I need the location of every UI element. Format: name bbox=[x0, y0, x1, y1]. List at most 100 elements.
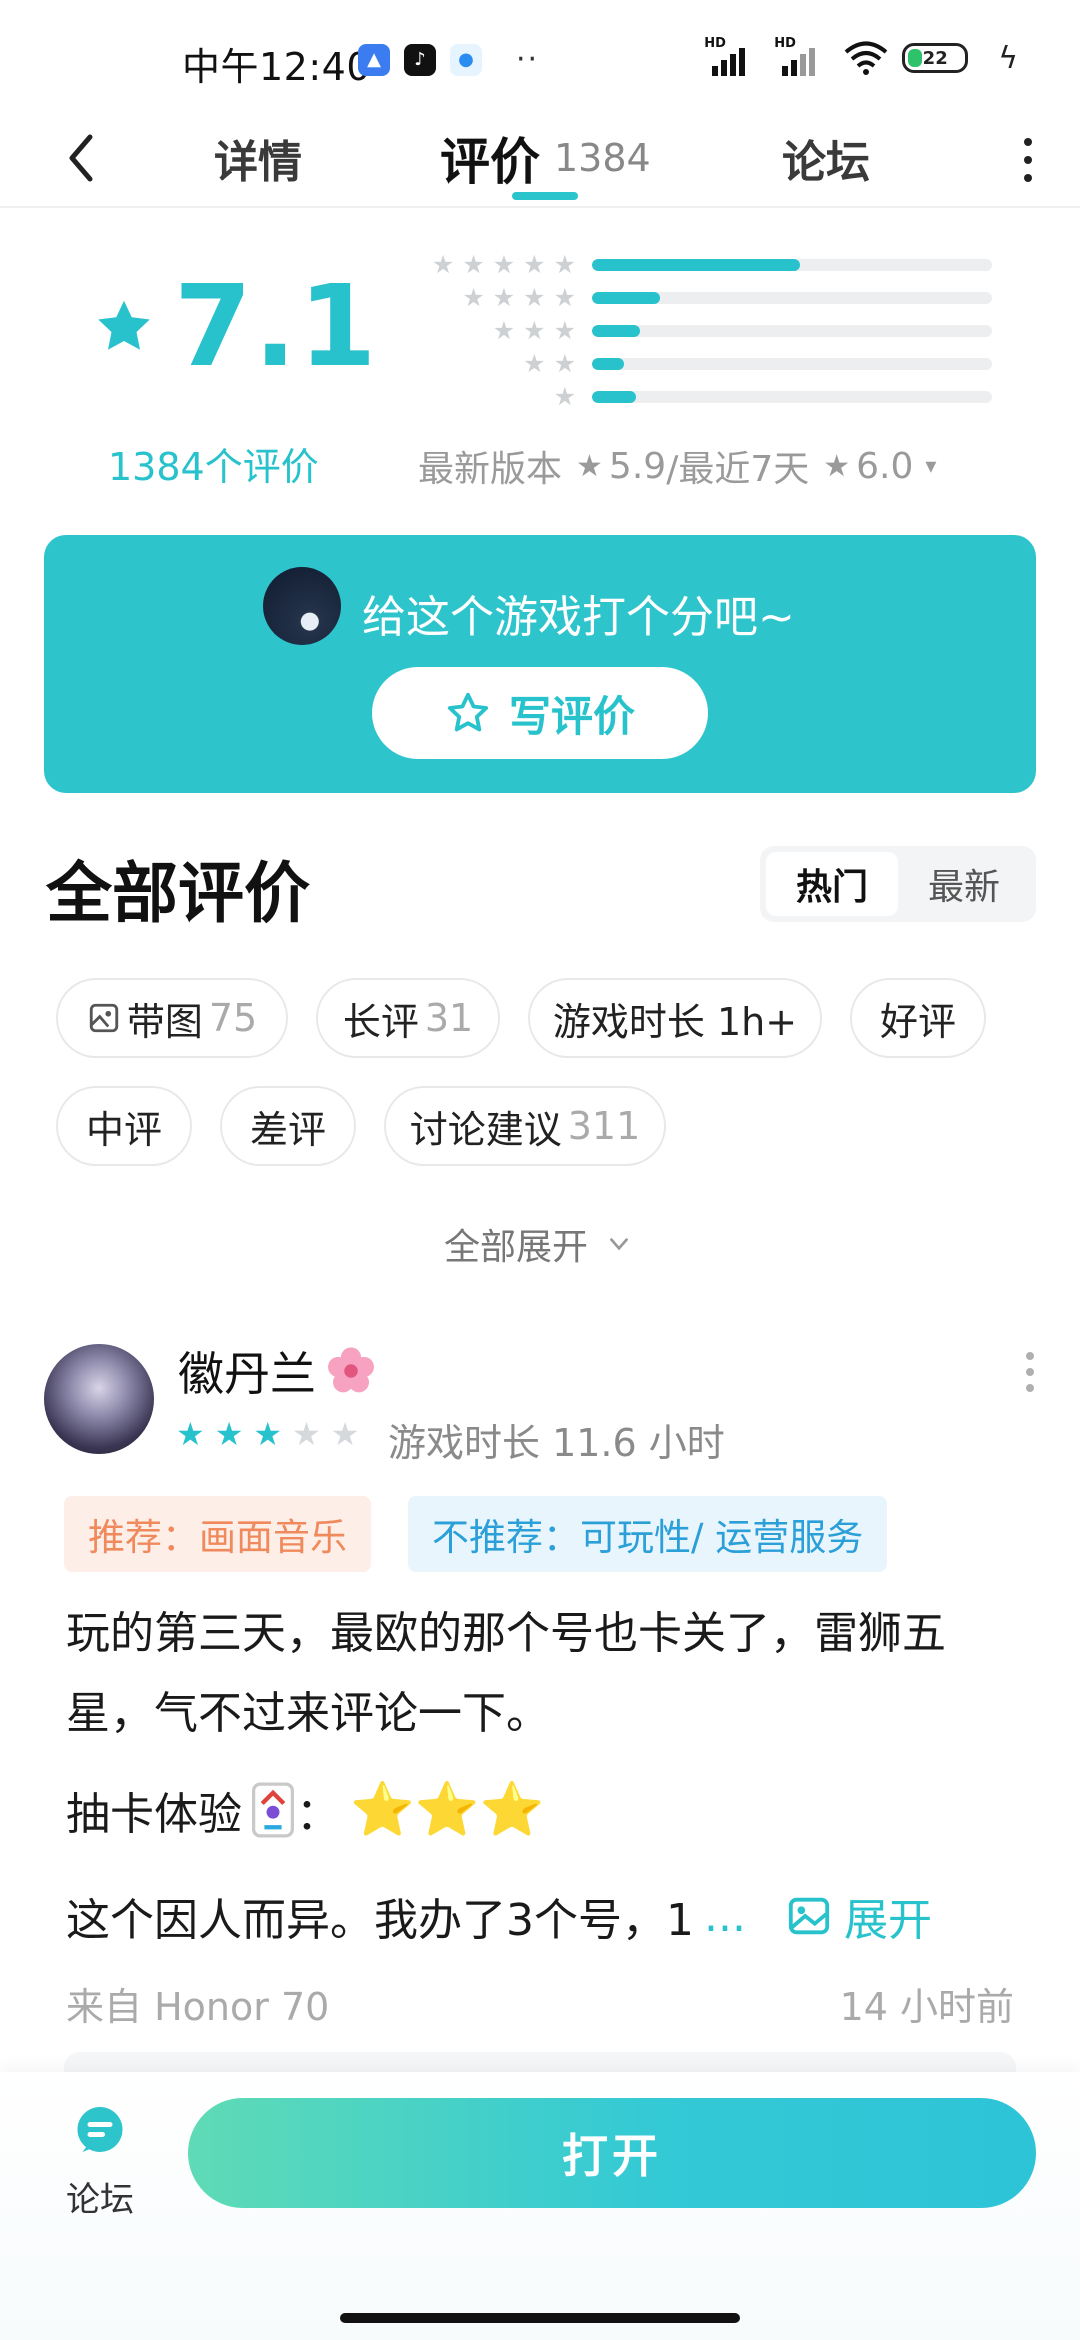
rate-game-banner: 给这个游戏打个分吧~ 写评价 bbox=[44, 535, 1036, 793]
flower-icon bbox=[328, 1347, 374, 1393]
sort-switch: 热门 最新 bbox=[760, 846, 1036, 922]
tab-forum[interactable]: 论坛 bbox=[782, 110, 870, 206]
distribution-bar-fill bbox=[592, 324, 640, 337]
star-icon: ★ bbox=[576, 448, 603, 484]
distribution-bar bbox=[592, 357, 992, 370]
user-avatar bbox=[263, 567, 341, 645]
star-icon: ★ bbox=[462, 283, 485, 312]
distribution-bar-fill bbox=[592, 390, 636, 403]
review-playtime: 游戏时长 11.6 小时 bbox=[388, 1421, 725, 1465]
latest-version-label: 最新版本 bbox=[418, 449, 563, 490]
status-indicators: HD HD 22 ϟ bbox=[704, 36, 1018, 76]
review-time: 14 小时前 bbox=[839, 1985, 1014, 2029]
image-icon bbox=[89, 1003, 118, 1033]
star-icon: ★ bbox=[553, 316, 576, 345]
gacha-rating-line: 抽卡体验 ： ⭐⭐⭐ bbox=[66, 1780, 545, 1840]
tab-detail[interactable]: 详情 bbox=[214, 110, 302, 206]
filter-playtime[interactable]: 游戏时长 1h+ bbox=[528, 978, 822, 1058]
star-icon: ★ bbox=[553, 349, 576, 378]
star-icon: ★ bbox=[462, 250, 485, 279]
distribution-row-2: ★ ★ bbox=[396, 347, 992, 380]
more-menu-button[interactable] bbox=[1016, 132, 1040, 188]
recent-score: 6.0 bbox=[856, 445, 914, 487]
all-reviews-title: 全部评价 bbox=[46, 855, 310, 932]
home-indicator[interactable] bbox=[340, 2313, 740, 2323]
distribution-row-4: ★ ★ ★ ★ bbox=[396, 281, 992, 314]
filter-positive[interactable]: 好评 bbox=[850, 978, 986, 1058]
review-more-button[interactable] bbox=[1020, 1352, 1040, 1392]
distribution-bar-fill bbox=[592, 258, 800, 271]
charging-icon: ϟ bbox=[998, 40, 1018, 76]
distribution-stars: ★ bbox=[396, 384, 576, 409]
sort-hot[interactable]: 热门 bbox=[766, 852, 898, 916]
status-app-icons: ▲ ♪ ● ·· bbox=[358, 42, 539, 77]
dropdown-caret-icon: ▾ bbox=[925, 453, 937, 479]
star-icon bbox=[98, 300, 150, 350]
star-icon: ★ bbox=[523, 349, 546, 378]
star-icon: ★ bbox=[553, 283, 576, 312]
star-outline-icon bbox=[447, 692, 489, 732]
star-icon: ★ bbox=[253, 1415, 283, 1453]
gold-stars: ⭐⭐⭐ bbox=[350, 1780, 545, 1840]
expand-all-filters[interactable]: 全部展开 bbox=[444, 1218, 632, 1270]
star-icon: ★ bbox=[492, 283, 516, 312]
star-icon: ★ bbox=[492, 316, 516, 345]
recent-label: /最近7天 bbox=[666, 449, 810, 490]
star-icon: ★ bbox=[523, 250, 546, 279]
filter-neutral[interactable]: 中评 bbox=[56, 1086, 192, 1166]
expand-review-button[interactable]: 展开 bbox=[844, 1884, 932, 1948]
star-icon: ★ bbox=[523, 283, 546, 312]
star-icon: ★ bbox=[176, 1415, 205, 1453]
rate-prompt: 给这个游戏打个分吧~ bbox=[362, 592, 795, 643]
distribution-bar bbox=[592, 324, 992, 337]
rating-distribution: ★ ★ ★ ★ ★ ★ ★ ★ ★ ★ ★ ★ ★ ★ ★ bbox=[396, 248, 992, 413]
recommend-tag: 推荐：画面音乐 bbox=[64, 1496, 371, 1572]
back-button[interactable] bbox=[56, 128, 106, 188]
cloud-app-icon: ● bbox=[450, 43, 482, 76]
star-icon: ★ bbox=[431, 250, 455, 279]
distribution-stars: ★ ★ ★ ★ ★ bbox=[396, 252, 576, 277]
star-icon: ★ bbox=[330, 1415, 360, 1453]
distribution-stars: ★ ★ bbox=[396, 351, 576, 376]
distribution-bar bbox=[592, 258, 992, 271]
app-notification-icon: ▲ bbox=[358, 43, 390, 76]
filter-with-image[interactable]: 带图 75 bbox=[56, 978, 288, 1058]
more-notifications-icon: ·· bbox=[516, 42, 540, 77]
status-time: 中午12:40 bbox=[182, 45, 372, 89]
signal-icon: HD bbox=[704, 36, 760, 76]
star-icon: ★ bbox=[214, 1415, 244, 1453]
review-truncated-text: 这个因人而异。我办了3个号，1 ... 展开 bbox=[66, 1884, 932, 1948]
sort-new[interactable]: 最新 bbox=[898, 852, 1030, 916]
overall-score: 7.1 bbox=[94, 262, 378, 392]
review-body[interactable]: 玩的第三天，最欧的那个号也卡关了，雷狮五星，气不过来评论一下。 bbox=[66, 1594, 1006, 1754]
battery-icon: 22 bbox=[902, 43, 969, 73]
version-ratings[interactable]: 最新版本 ★ 5.9 /最近7天 ★ 6.0 ▾ bbox=[418, 440, 936, 492]
write-review-button[interactable]: 写评价 bbox=[372, 667, 708, 759]
star-icon: ★ bbox=[553, 382, 576, 411]
tiktok-icon: ♪ bbox=[404, 43, 436, 76]
signal-icon-2: HD bbox=[774, 36, 830, 76]
distribution-bar-fill bbox=[592, 291, 660, 304]
reviewer-name[interactable]: 徽丹兰 bbox=[178, 1338, 378, 1404]
filter-negative[interactable]: 差评 bbox=[220, 1086, 356, 1166]
forum-shortcut[interactable]: 论坛 bbox=[62, 2102, 138, 2221]
star-icon: ★ bbox=[553, 250, 576, 279]
distribution-bar bbox=[592, 390, 992, 403]
distribution-row-1: ★ bbox=[396, 380, 992, 413]
filter-long[interactable]: 长评 31 bbox=[316, 978, 500, 1058]
tab-review-label: 评价 bbox=[440, 133, 540, 191]
joker-card-icon bbox=[252, 1782, 294, 1838]
tab-review-count: 1384 bbox=[554, 136, 651, 180]
reviewer-avatar[interactable] bbox=[44, 1344, 154, 1454]
status-bar: 中午12:40 ▲ ♪ ● ·· HD HD 22 ϟ bbox=[0, 0, 1080, 110]
image-icon bbox=[788, 1897, 830, 1935]
filter-discussion[interactable]: 讨论建议 311 bbox=[384, 1086, 666, 1166]
top-nav: 详情 评价 1384 论坛 bbox=[0, 110, 1080, 208]
wifi-icon bbox=[844, 41, 888, 75]
open-game-button[interactable]: 打开 bbox=[188, 2098, 1036, 2208]
review-star-rating: ★ ★ ★ ★ ★ bbox=[176, 1418, 359, 1450]
star-icon: ★ bbox=[492, 250, 516, 279]
write-review-label: 写评价 bbox=[508, 691, 635, 741]
chevron-down-icon bbox=[610, 1238, 628, 1251]
distribution-row-5: ★ ★ ★ ★ ★ bbox=[396, 248, 992, 281]
